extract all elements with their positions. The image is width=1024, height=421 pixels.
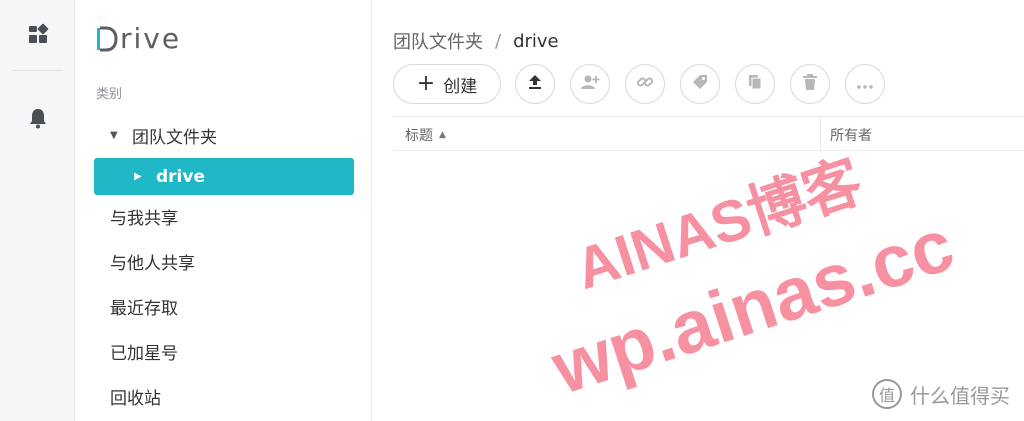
sidebar-item-label: 与他人共享 (110, 253, 195, 274)
section-label: 类别 (96, 87, 123, 102)
sidebar-item-label: 团队文件夹 (132, 127, 217, 148)
more-icon (856, 75, 874, 94)
column-header-label: 标题 (405, 128, 433, 144)
sort-ascending-icon: ▲ (439, 130, 446, 140)
drive-logo-text: rive (120, 22, 182, 55)
rail-divider (12, 70, 63, 71)
tag-button[interactable] (680, 64, 720, 104)
sidebar-item-shared-with-others[interactable]: 与他人共享 (94, 243, 354, 279)
category-sidebar: rive 类别 ▼ 团队文件夹 ▶ drive 与我共享 与他人共享 最近存取 … (76, 0, 372, 421)
column-header-title[interactable]: 标题 ▲ (405, 125, 446, 145)
tag-icon (691, 73, 709, 95)
drive-logo-icon (96, 25, 118, 53)
notifications-button[interactable] (0, 100, 75, 140)
caret-right-icon[interactable]: ▶ (134, 171, 148, 182)
link-button[interactable] (625, 64, 665, 104)
sidebar-item-label: 与我共享 (110, 208, 178, 229)
sidebar-item-label: 已加星号 (110, 343, 178, 364)
drive-logo: rive (96, 22, 181, 55)
breadcrumb-parent[interactable]: 团队文件夹 (393, 28, 483, 54)
delete-button[interactable] (790, 64, 830, 104)
sidebar-item-drive[interactable]: ▶ drive (94, 158, 354, 195)
sidebar-item-trash[interactable]: 回收站 (94, 378, 354, 414)
sidebar-item-starred[interactable]: 已加星号 (94, 333, 354, 369)
icon-rail (0, 0, 75, 421)
add-user-icon (580, 73, 600, 95)
upload-icon (526, 73, 544, 95)
sidebar-item-team-folder[interactable]: ▼ 团队文件夹 (94, 117, 354, 153)
share-button[interactable] (570, 64, 610, 104)
toolbar: + 创建 (393, 64, 900, 104)
corner-badge-icon: 值 (872, 379, 902, 409)
create-button-label: 创建 (443, 76, 478, 97)
sidebar-item-label: 回收站 (110, 388, 161, 409)
link-icon (636, 73, 654, 95)
sidebar-item-label: drive (156, 166, 205, 187)
sidebar-item-recent[interactable]: 最近存取 (94, 288, 354, 324)
more-button[interactable] (845, 64, 885, 104)
sidebar-item-shared-with-me[interactable]: 与我共享 (94, 198, 354, 234)
corner-watermark: 值 什么值得买 (872, 379, 1010, 409)
copy-button[interactable] (735, 64, 775, 104)
table-header: 标题 ▲ 所有者 (393, 116, 1024, 151)
dashboard-icon (27, 23, 49, 49)
corner-watermark-text: 什么值得买 (910, 383, 1010, 408)
copy-icon (746, 73, 764, 95)
upload-button[interactable] (515, 64, 555, 104)
trash-icon (802, 73, 818, 95)
dashboard-button[interactable] (0, 16, 75, 56)
breadcrumb-separator: / (495, 30, 502, 52)
plus-icon: + (416, 71, 436, 96)
create-button[interactable]: + 创建 (393, 64, 501, 104)
sidebar-item-label: 最近存取 (110, 298, 178, 319)
breadcrumb-current: drive (513, 30, 559, 52)
bell-icon (28, 107, 48, 133)
breadcrumb: 团队文件夹 / drive (393, 28, 559, 54)
caret-down-icon[interactable]: ▼ (110, 130, 124, 141)
